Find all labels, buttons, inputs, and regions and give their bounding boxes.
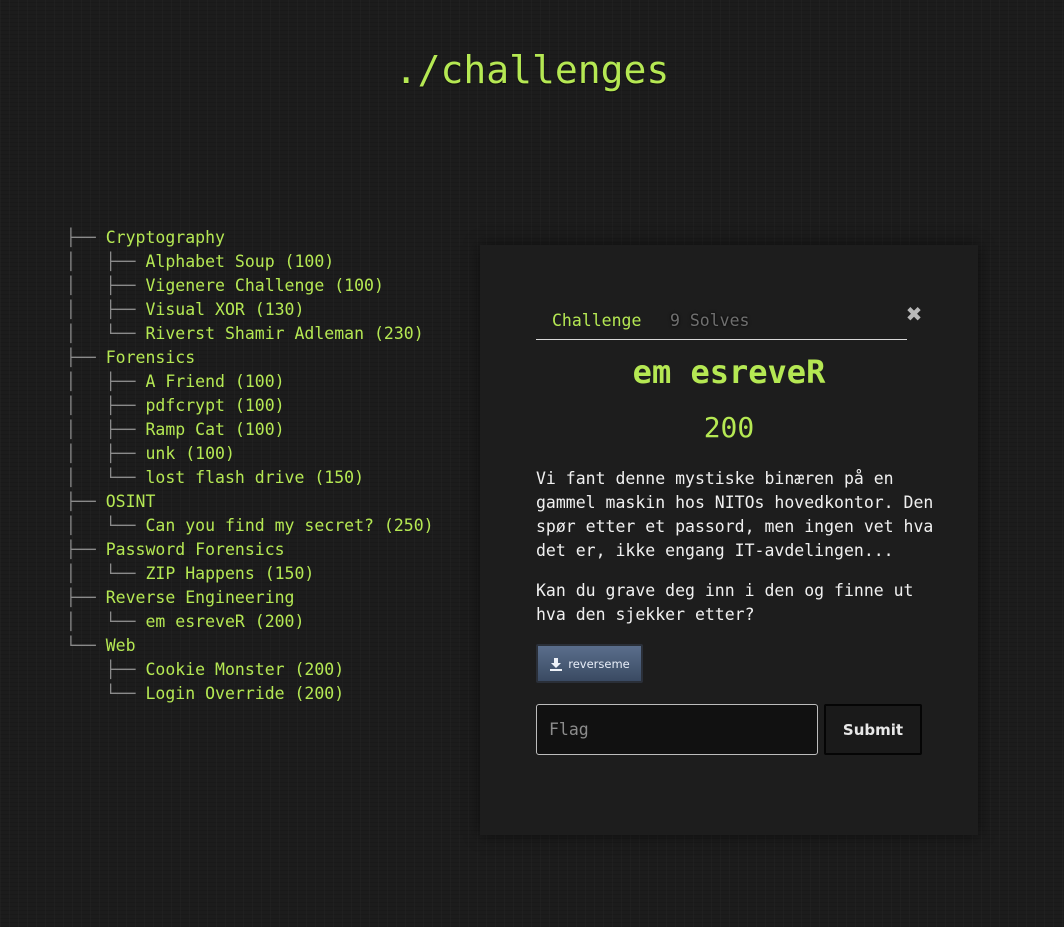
challenge-tree: ├── Cryptography │ ├── Alphabet Soup (100… <box>66 226 434 706</box>
tree-challenge[interactable]: │ ├── Vigenere Challenge (100) <box>66 274 434 298</box>
challenge-link[interactable]: unk (100) <box>145 444 234 463</box>
tree-branch: └── <box>66 636 106 655</box>
tree-branch: └── <box>66 684 146 703</box>
tree-branch: │ ├── <box>66 396 146 415</box>
challenge-link[interactable]: Cookie Monster (200) <box>145 660 344 679</box>
tree-branch: │ └── <box>66 516 146 535</box>
tree-branch: │ └── <box>66 324 146 343</box>
tree-category: ├── Cryptography <box>66 226 434 250</box>
download-file-button[interactable]: reverseme <box>536 644 643 683</box>
category-label: Cryptography <box>105 228 225 247</box>
challenge-link[interactable]: Riverst Shamir Adleman (230) <box>145 324 423 343</box>
tree-category: ├── OSINT <box>66 490 434 514</box>
tree-challenge[interactable]: │ ├── Visual XOR (130) <box>66 298 434 322</box>
challenge-link[interactable]: Vigenere Challenge (100) <box>145 276 383 295</box>
modal-tabs: Challenge 9 Solves <box>536 307 907 340</box>
tree-category: ├── Password Forensics <box>66 538 434 562</box>
page-title: ./challenges <box>394 48 670 92</box>
download-icon <box>549 657 563 671</box>
challenge-link[interactable]: Alphabet Soup (100) <box>145 252 334 271</box>
challenge-link[interactable]: ZIP Happens (150) <box>145 564 314 583</box>
category-label: Web <box>105 636 136 655</box>
close-icon[interactable]: ✖ <box>904 303 924 325</box>
challenge-name: em esreveR <box>632 353 826 391</box>
tree-challenge[interactable]: └── Login Override (200) <box>66 682 434 706</box>
challenge-link[interactable]: Login Override (200) <box>145 684 344 703</box>
category-label: Reverse Engineering <box>105 588 295 607</box>
description-paragraph: Kan du grave deg inn i den og finne ut h… <box>536 581 914 624</box>
tree-challenge[interactable]: │ ├── A Friend (100) <box>66 370 434 394</box>
challenge-modal: Challenge 9 Solves ✖ em esreveR 200 Vi f… <box>480 245 978 835</box>
challenge-link[interactable]: pdfcrypt (100) <box>145 396 284 415</box>
description-paragraph: Vi fant denne mystiske binæren på en gam… <box>536 469 934 560</box>
tree-branch: ├── <box>66 228 106 247</box>
tree-branch: ├── <box>66 588 106 607</box>
challenge-link[interactable]: Ramp Cat (100) <box>145 420 284 439</box>
tree-branch: ├── <box>66 348 106 367</box>
tab-solves[interactable]: 9 Solves <box>670 311 749 330</box>
tree-branch: │ ├── <box>66 372 146 391</box>
challenge-description: Vi fant denne mystiske binæren på en gam… <box>536 467 936 643</box>
tree-branch: │ ├── <box>66 252 146 271</box>
tree-challenge[interactable]: │ ├── Ramp Cat (100) <box>66 418 434 442</box>
tree-challenge[interactable]: │ └── lost flash drive (150) <box>66 466 434 490</box>
tree-category: ├── Forensics <box>66 346 434 370</box>
tree-branch: ├── <box>66 660 146 679</box>
tree-category: └── Web <box>66 634 434 658</box>
category-label: Forensics <box>105 348 196 367</box>
challenge-link[interactable]: em esreveR (200) <box>145 612 304 631</box>
tree-branch: │ ├── <box>66 300 146 319</box>
tree-branch: ├── <box>66 492 106 511</box>
tree-category: ├── Reverse Engineering <box>66 586 434 610</box>
submit-button[interactable]: Submit <box>824 704 922 755</box>
tree-challenge[interactable]: │ ├── Alphabet Soup (100) <box>66 250 434 274</box>
tree-branch: │ └── <box>66 468 146 487</box>
tree-branch: │ └── <box>66 564 146 583</box>
category-label: Password Forensics <box>105 540 285 559</box>
tree-challenge[interactable]: │ ├── pdfcrypt (100) <box>66 394 434 418</box>
tab-challenge[interactable]: Challenge <box>552 311 641 330</box>
challenge-link[interactable]: A Friend (100) <box>145 372 284 391</box>
challenge-link[interactable]: Can you find my secret? (250) <box>145 516 433 535</box>
tree-challenge[interactable]: │ └── Can you find my secret? (250) <box>66 514 434 538</box>
tree-branch: │ ├── <box>66 444 146 463</box>
tree-branch: ├── <box>66 540 106 559</box>
tree-branch: │ └── <box>66 612 146 631</box>
flag-input[interactable] <box>536 704 818 755</box>
tree-challenge[interactable]: │ └── Riverst Shamir Adleman (230) <box>66 322 434 346</box>
tree-challenge[interactable]: │ ├── unk (100) <box>66 442 434 466</box>
tree-challenge[interactable]: │ └── ZIP Happens (150) <box>66 562 434 586</box>
challenge-link[interactable]: lost flash drive (150) <box>145 468 364 487</box>
challenge-value: 200 <box>703 411 755 444</box>
challenge-link[interactable]: Visual XOR (130) <box>145 300 304 319</box>
tree-challenge[interactable]: ├── Cookie Monster (200) <box>66 658 434 682</box>
tree-branch: │ ├── <box>66 420 146 439</box>
file-label: reverseme <box>568 656 630 671</box>
tree-branch: │ ├── <box>66 276 146 295</box>
tree-challenge[interactable]: │ └── em esreveR (200) <box>66 610 434 634</box>
category-label: OSINT <box>105 492 156 511</box>
